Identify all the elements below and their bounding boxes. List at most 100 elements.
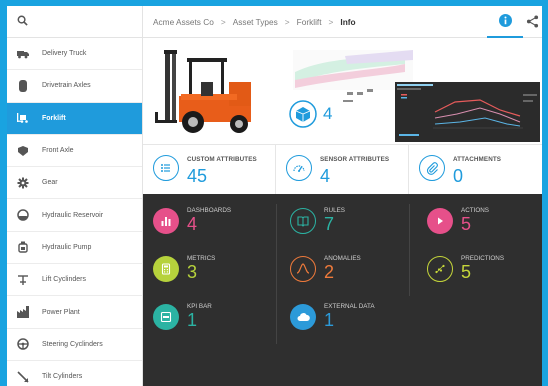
asset-hero: 4 xyxy=(143,38,542,144)
gear-icon xyxy=(16,176,30,190)
forklift-icon xyxy=(16,111,30,125)
sidebar-search[interactable] xyxy=(7,6,142,38)
sidebar-item-label: Forklift xyxy=(42,114,66,122)
calculator-icon xyxy=(153,256,179,282)
truck-icon xyxy=(16,47,30,61)
scatter-trend-icon xyxy=(427,256,453,282)
card-label: CUSTOM ATTRIBUTES xyxy=(187,156,257,163)
sidebar-item-gear[interactable]: Gear xyxy=(7,167,142,200)
tile-label: KPI BAR xyxy=(187,303,212,310)
sidebar-item-label: Tilt Cylinders xyxy=(42,373,83,381)
custom-attributes-card[interactable]: CUSTOM ATTRIBUTES 45 xyxy=(143,145,276,195)
tile-label: PREDICTIONS xyxy=(461,255,505,262)
tilt-icon xyxy=(16,370,30,384)
share-icon xyxy=(526,14,539,30)
anomalies-tile[interactable]: ANOMALIES 2 xyxy=(280,246,413,294)
search-icon[interactable] xyxy=(17,13,28,31)
pulse-icon xyxy=(290,256,316,282)
pump-icon xyxy=(16,240,30,254)
cloud-icon xyxy=(290,304,316,330)
breadcrumb-item[interactable]: Forklift xyxy=(297,17,322,27)
kpi-bar-tile[interactable]: KPI BAR 1 xyxy=(143,294,276,342)
tile-label: EXTERNAL DATA xyxy=(324,303,375,310)
divider xyxy=(276,204,277,344)
sidebar-item-drivetrain-axles[interactable]: Drivetrain Axles xyxy=(7,70,142,103)
sidebar-item-steering-cylinders[interactable]: Steering Cyclinders xyxy=(7,329,142,361)
info-icon xyxy=(498,13,512,29)
sidebar-item-label: Hydraulic Reservoir xyxy=(42,211,104,219)
sidebar-item-label: Drivetrain Axles xyxy=(42,82,91,90)
visualization-thumbnails xyxy=(293,50,540,142)
steering-icon xyxy=(16,337,30,351)
tile-value: 1 xyxy=(324,310,335,330)
bar-chart-icon xyxy=(153,208,179,234)
tile-value: 3 xyxy=(187,262,198,282)
sidebar-item-front-axle[interactable]: Front Axle xyxy=(7,135,142,168)
breadcrumb-item[interactable]: Acme Assets Co xyxy=(153,17,214,27)
tile-value: 2 xyxy=(324,262,335,282)
analytics-panel: DASHBOARDS 4 RULES 7 ACTIONS 5 METRICS 3 xyxy=(143,194,542,386)
paperclip-icon xyxy=(419,155,445,181)
chevron-right-icon: > xyxy=(328,16,334,27)
sidebar-item-label: Lift Cyclinders xyxy=(42,276,86,284)
predictions-tile[interactable]: PREDICTIONS 5 xyxy=(417,246,542,294)
chevron-right-icon: > xyxy=(284,16,290,27)
breadcrumb: Acme Assets Co > Asset Types > Forklift … xyxy=(143,6,542,38)
model-count: 4 xyxy=(323,104,333,123)
sidebar-item-tilt-cylinders[interactable]: Tilt Cylinders xyxy=(7,361,142,386)
share-tab[interactable] xyxy=(523,6,542,38)
sidebar-item-hydraulic-pump[interactable]: Hydraulic Pump xyxy=(7,232,142,265)
model-cube-icon[interactable] xyxy=(289,100,317,133)
sidebar-item-hydraulic-reservoir[interactable]: Hydraulic Reservoir xyxy=(7,199,142,232)
sidebar: Delivery Truck Drivetrain Axles Forklift… xyxy=(7,6,143,386)
tile-value: 5 xyxy=(461,214,472,234)
sidebar-item-label: Delivery Truck xyxy=(42,50,87,58)
tile-label: ANOMALIES xyxy=(324,255,361,262)
sidebar-item-power-plant[interactable]: Power Plant xyxy=(7,296,142,329)
chevron-right-icon: > xyxy=(220,16,226,27)
rules-tile[interactable]: RULES 7 xyxy=(280,198,413,246)
tile-label: DASHBOARDS xyxy=(187,207,232,214)
sidebar-item-lift-cylinders[interactable]: Lift Cyclinders xyxy=(7,264,142,297)
sidebar-item-label: Hydraulic Pump xyxy=(42,243,92,251)
tile-label: RULES xyxy=(324,207,345,214)
card-value: 45 xyxy=(187,166,208,186)
sidebar-item-label: Power Plant xyxy=(42,308,80,316)
sidebar-item-label: Front Axle xyxy=(42,147,74,155)
card-label: ATTACHMENTS xyxy=(453,156,502,163)
dashboards-tile[interactable]: DASHBOARDS 4 xyxy=(143,198,276,246)
info-tab[interactable] xyxy=(487,6,523,38)
list-icon xyxy=(153,155,179,181)
tile-label: METRICS xyxy=(187,255,216,262)
sidebar-item-label: Gear xyxy=(42,179,58,187)
tile-value: 7 xyxy=(324,214,335,234)
sidebar-item-label: Steering Cyclinders xyxy=(42,340,103,348)
reservoir-icon xyxy=(16,208,30,222)
book-icon xyxy=(290,208,316,234)
breadcrumb-current: Info xyxy=(340,16,356,27)
attributes-row: CUSTOM ATTRIBUTES 45 SENSOR ATTRIBUTES 4… xyxy=(143,144,542,195)
card-label: SENSOR ATTRIBUTES xyxy=(320,156,390,163)
tile-value: 5 xyxy=(461,262,472,282)
sidebar-item-delivery-truck[interactable]: Delivery Truck xyxy=(7,38,142,71)
forklift-image xyxy=(155,50,251,133)
tile-value: 4 xyxy=(187,214,198,234)
tile-value: 1 xyxy=(187,310,198,330)
sensor-attributes-card[interactable]: SENSOR ATTRIBUTES 4 xyxy=(276,145,409,195)
external-data-tile[interactable]: EXTERNAL DATA 1 xyxy=(280,294,413,342)
sidebar-item-forklift[interactable]: Forklift xyxy=(7,102,142,135)
card-value: 0 xyxy=(453,166,464,186)
actions-tile[interactable]: ACTIONS 5 xyxy=(417,198,542,246)
lift-cylinder-icon xyxy=(16,273,30,287)
card-value: 4 xyxy=(320,166,331,186)
kpi-bar-icon xyxy=(153,304,179,330)
front-axle-icon xyxy=(16,144,30,158)
axle-icon xyxy=(16,79,30,93)
play-icon xyxy=(427,208,453,234)
attachments-card[interactable]: ATTACHMENTS 0 xyxy=(409,145,542,195)
gauge-icon xyxy=(286,155,312,181)
metrics-tile[interactable]: METRICS 3 xyxy=(143,246,276,294)
power-plant-icon xyxy=(16,305,30,319)
tile-label: ACTIONS xyxy=(461,207,489,214)
breadcrumb-item[interactable]: Asset Types xyxy=(233,17,278,27)
